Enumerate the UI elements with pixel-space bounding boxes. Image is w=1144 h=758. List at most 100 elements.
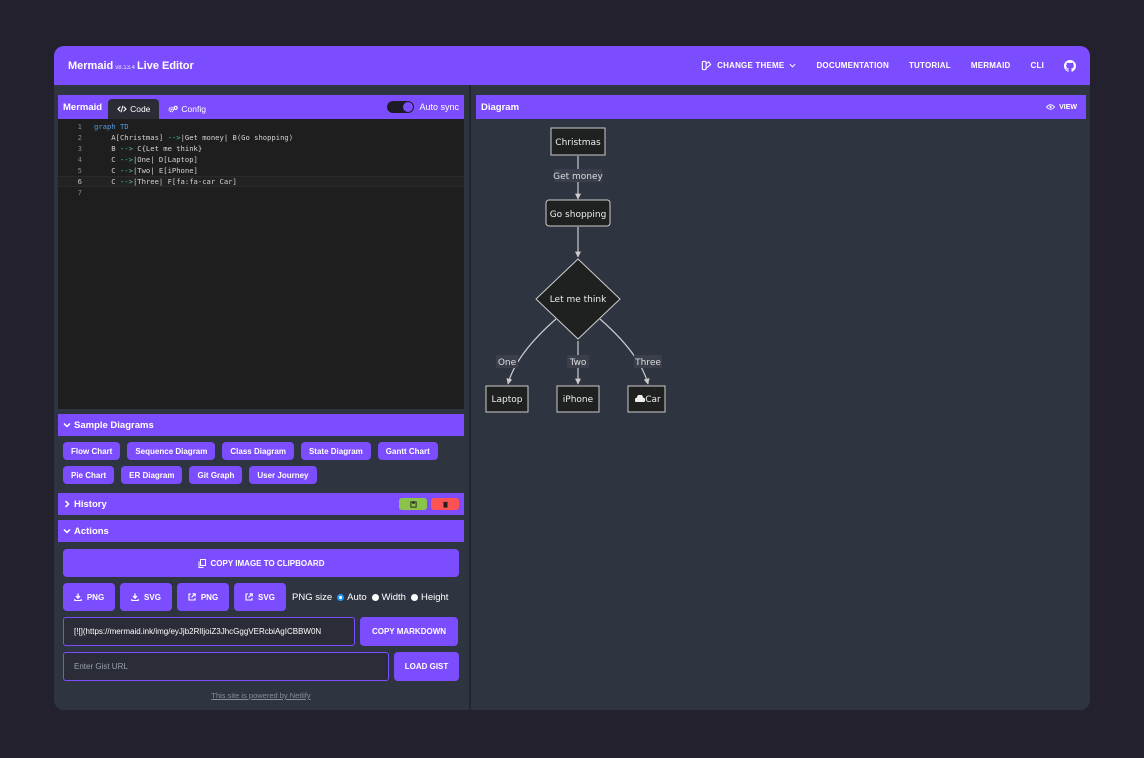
eye-icon — [1046, 104, 1056, 110]
palette-icon — [701, 60, 712, 71]
top-navbar: Mermaid v8.13.4 Live Editor CHANGE THEME… — [54, 46, 1090, 85]
sample-user-journey-button[interactable]: User Journey — [249, 466, 317, 484]
sample-diagrams-title: Sample Diagrams — [74, 419, 154, 431]
sample-state-diagram-button[interactable]: State Diagram — [300, 442, 371, 460]
sample-flow-chart-button[interactable]: Flow Chart — [63, 442, 121, 460]
save-icon — [409, 500, 417, 508]
copy-image-button[interactable]: COPY IMAGE TO CLIPBOARD — [63, 549, 459, 577]
chevron-down-icon — [63, 422, 71, 428]
sample-gantt-chart-button[interactable]: Gantt Chart — [377, 442, 438, 460]
gist-row: Enter Gist URL LOAD GIST — [63, 652, 459, 681]
tutorial-label: TUTORIAL — [908, 61, 951, 70]
gist-url-input[interactable]: Enter Gist URL — [63, 652, 389, 681]
sample-sequence-diagram-button[interactable]: Sequence Diagram — [127, 442, 216, 460]
line-number: 1 — [77, 122, 82, 131]
node-laptop-label: Laptop — [492, 395, 523, 405]
copy-markdown-label: COPY MARKDOWN — [371, 627, 447, 636]
tab-code[interactable]: Code — [108, 99, 160, 119]
tutorial-link[interactable]: TUTORIAL — [909, 61, 951, 70]
right-pane: Diagram VIEW Get money One Two Three Chr… — [476, 95, 1086, 707]
markdown-field[interactable]: [![](https://mermaid.ink/img/eyJjb2RlIjo… — [63, 617, 355, 646]
keyword: graph TD — [94, 122, 129, 131]
cli-link[interactable]: CLI — [1031, 61, 1045, 70]
code-text: graph TD — [82, 122, 129, 131]
auto-sync-label: Auto sync — [419, 102, 459, 112]
radio-label: Auto — [347, 591, 367, 603]
line-number: 5 — [77, 166, 82, 175]
save-history-button[interactable] — [399, 498, 427, 510]
tab-config-label: Config — [181, 104, 206, 114]
brand[interactable]: Mermaid v8.13.4 Live Editor — [68, 60, 194, 72]
download-png-button[interactable]: PNG — [63, 583, 115, 611]
edge-label-two: Two — [569, 358, 587, 368]
github-icon[interactable] — [1064, 59, 1076, 72]
code-line[interactable]: 6 C -->|Three| F[fa:fa-car Car] — [58, 176, 464, 187]
sample-git-graph-button[interactable]: Git Graph — [189, 466, 243, 484]
netlify-link[interactable]: This site is powered by Netlify — [63, 691, 459, 700]
sample-pie-chart-button[interactable]: Pie Chart — [63, 466, 115, 484]
download-svg-button[interactable]: SVG — [120, 583, 172, 611]
brand-version: v8.13.4 — [115, 64, 135, 71]
code-line[interactable]: 1 graph TD — [58, 121, 464, 132]
code-text: B --> C{Let me think} — [94, 144, 203, 153]
copy-markdown-button[interactable]: COPY MARKDOWN — [360, 617, 458, 646]
sample-diagrams-header[interactable]: Sample Diagrams — [58, 414, 464, 436]
node-iphone[interactable]: iPhone — [556, 385, 600, 413]
node-car[interactable]: Car — [627, 385, 666, 413]
history-header[interactable]: History — [58, 493, 464, 515]
code-line[interactable]: 5 C -->|Two| E[iPhone] — [58, 165, 464, 176]
node-let-me-think[interactable]: Let me think — [535, 258, 621, 340]
arrow-token: --> — [119, 166, 133, 175]
edge-label-one: One — [498, 358, 517, 368]
change-theme-menu[interactable]: CHANGE THEME — [701, 60, 796, 71]
size-radio-width[interactable]: Width — [371, 591, 406, 603]
node-go-shopping[interactable]: Go shopping — [545, 199, 611, 227]
pane-divider[interactable] — [469, 85, 471, 710]
gist-placeholder: Enter Gist URL — [74, 662, 128, 671]
size-radio-height[interactable]: Height — [410, 592, 448, 603]
external-link-icon — [245, 593, 253, 601]
clear-history-button[interactable] — [431, 498, 459, 510]
toggle-switch[interactable] — [387, 101, 415, 113]
node-christmas[interactable]: Christmas — [550, 127, 606, 156]
diagram-canvas[interactable]: Get money One Two Three Christmas Go sho… — [476, 119, 1086, 707]
open-svg-button[interactable]: SVG — [234, 583, 286, 611]
code-line[interactable]: 2 A[Christmas] -->|Get money| B(Go shopp… — [58, 132, 464, 143]
sample-class-diagram-button[interactable]: Class Diagram — [222, 442, 294, 460]
documentation-label: DOCUMENTATION — [816, 61, 889, 70]
radio-button[interactable] — [371, 593, 379, 601]
code-line[interactable]: 3 B --> C{Let me think} — [58, 143, 464, 154]
radio-button[interactable] — [337, 593, 345, 601]
left-pane: Mermaid Code Config Auto sync 1 graph TD 2… — [58, 95, 464, 707]
edge-think-laptop — [506, 318, 557, 385]
code-text: C -->|One| D[Laptop] — [94, 155, 198, 164]
code-line[interactable]: 7 — [58, 187, 464, 198]
open-png-button[interactable]: PNG — [177, 583, 229, 611]
editor-title: Mermaid — [63, 101, 103, 113]
auto-sync-toggle[interactable]: Auto sync — [387, 101, 459, 113]
cli-label: CLI — [1030, 61, 1044, 70]
app-window: Mermaid v8.13.4 Live Editor CHANGE THEME… — [54, 46, 1090, 710]
history-title: History — [74, 498, 107, 510]
tab-config[interactable]: Config — [159, 99, 215, 119]
radio-label: Width — [381, 591, 406, 603]
code-editor[interactable]: 1 graph TD 2 A[Christmas] -->|Get money| B… — [58, 119, 464, 409]
mermaid-link[interactable]: MERMAID — [971, 61, 1011, 70]
editor-header: Mermaid Code Config Auto sync — [58, 95, 464, 119]
node-laptop[interactable]: Laptop — [485, 385, 529, 413]
documentation-link[interactable]: DOCUMENTATION — [816, 61, 889, 70]
external-link-icon — [188, 593, 196, 601]
line-number: 4 — [77, 155, 82, 164]
line-number: 2 — [77, 133, 82, 142]
view-button[interactable]: VIEW — [1046, 104, 1077, 111]
radio-button[interactable] — [410, 593, 418, 601]
actions-header[interactable]: Actions — [58, 520, 464, 542]
load-gist-button[interactable]: LOAD GIST — [394, 652, 459, 681]
node-christmas-label: Christmas — [555, 138, 601, 148]
size-radio-auto[interactable]: Auto — [337, 592, 367, 603]
chevron-down-icon — [789, 63, 796, 68]
sample-er-diagram-button[interactable]: ER Diagram — [121, 466, 183, 484]
download-icon — [74, 593, 82, 601]
load-gist-label: LOAD GIST — [404, 662, 449, 671]
code-line[interactable]: 4 C -->|One| D[Laptop] — [58, 154, 464, 165]
